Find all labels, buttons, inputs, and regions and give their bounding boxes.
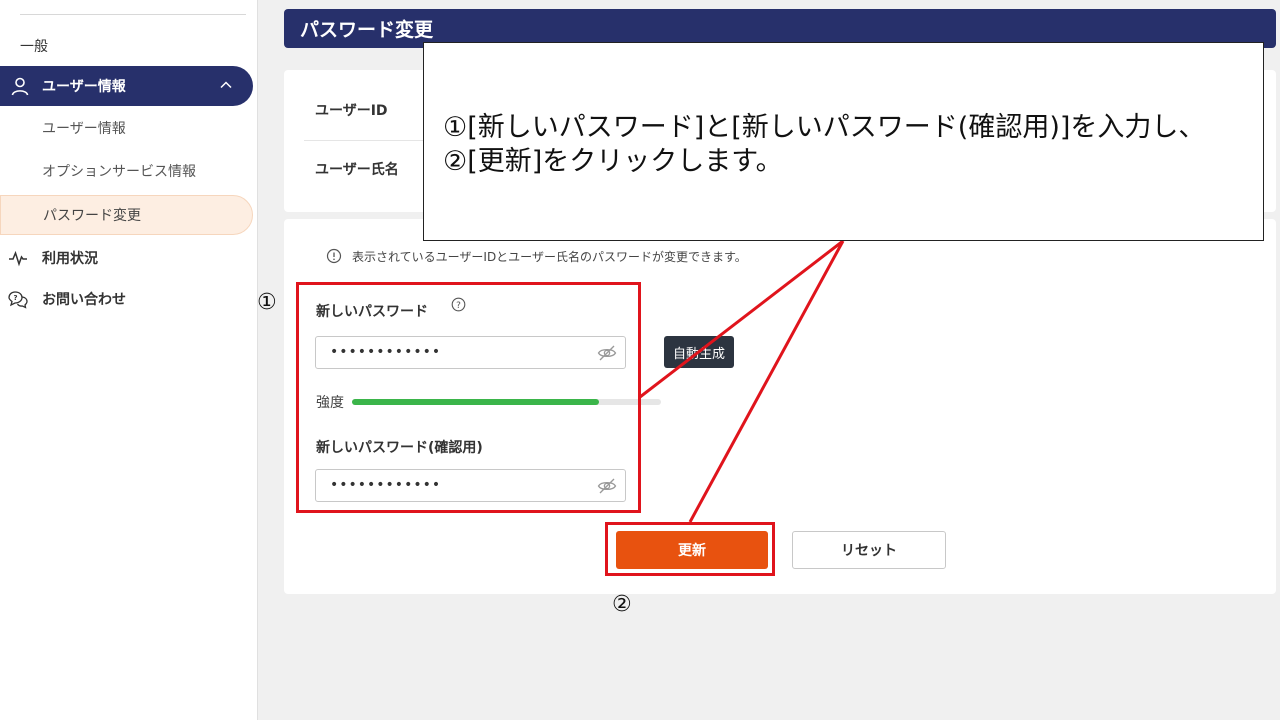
annotation-highlight-update [605, 522, 775, 576]
annotation-callout: ①[新しいパスワード]と[新しいパスワード(確認用)]を入力し、 ②[更新]をク… [423, 42, 1264, 241]
chat-question-icon: ? [8, 291, 28, 309]
page-title: パスワード変更 [300, 19, 434, 41]
chevron-up-icon[interactable] [219, 78, 233, 92]
reset-button[interactable]: リセット [792, 531, 946, 569]
sidebar-item-user-info[interactable]: ユーザー情報 [0, 66, 253, 106]
sidebar-subitem-option-service[interactable]: オプションサービス情報 [42, 161, 196, 181]
info-message: 表示されているユーザーIDとユーザー氏名のパスワードが変更できます。 [352, 250, 747, 264]
annotation-marker-1: ① [257, 290, 277, 315]
svg-text:?: ? [13, 294, 17, 302]
sidebar-item-usage[interactable]: 利用状況 [8, 248, 98, 268]
sidebar-item-user-info-label: ユーザー情報 [42, 79, 126, 95]
sidebar: 一般 ユーザー情報 ユーザー情報 オプションサービス情報 パスワード変更 利用状… [0, 0, 258, 720]
user-icon [11, 77, 29, 96]
sidebar-subitem-password-change[interactable]: パスワード変更 [0, 195, 253, 235]
annotation-marker-2: ② [612, 592, 632, 617]
sidebar-divider [20, 14, 246, 15]
activity-icon [9, 250, 27, 267]
sidebar-item-general[interactable]: 一般 [20, 36, 48, 56]
sidebar-subitem-password-change-label: パスワード変更 [43, 208, 141, 224]
info-icon [326, 248, 342, 264]
user-id-label: ユーザーID [315, 103, 388, 119]
sidebar-item-usage-label: 利用状況 [42, 251, 98, 267]
annotation-text-line2: ②[更新]をクリックします。 [443, 146, 783, 177]
sidebar-item-contact[interactable]: ? お問い合わせ [8, 289, 126, 309]
annotation-highlight-inputs [296, 282, 641, 513]
sidebar-item-contact-label: お問い合わせ [42, 292, 126, 308]
user-name-label: ユーザー氏名 [315, 162, 399, 178]
auto-generate-button[interactable]: 自動生成 [664, 336, 734, 368]
sidebar-subitem-user-info[interactable]: ユーザー情報 [42, 118, 126, 138]
